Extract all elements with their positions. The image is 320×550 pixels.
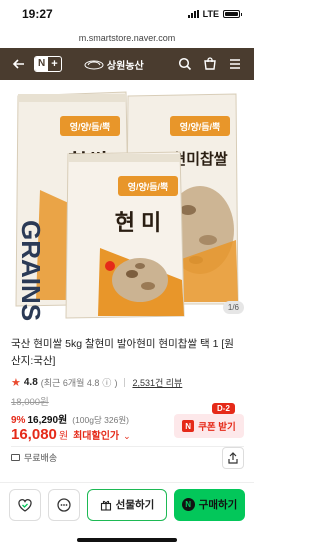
gift-label: 선물하기	[115, 499, 155, 511]
discount-percent: 9%	[11, 415, 26, 426]
divider	[11, 446, 244, 447]
star-icon: ★	[11, 377, 21, 389]
buy-button[interactable]: N 구매하기	[174, 488, 245, 521]
search-icon[interactable]	[174, 53, 196, 75]
store-title[interactable]: 상원농산	[62, 57, 166, 72]
naver-n-logo: N	[35, 57, 49, 71]
browser-url[interactable]: m.smartstore.naver.com	[0, 28, 254, 48]
bag-chapssal-banner: 영/양/듬/뿍	[70, 121, 111, 132]
discount-price: 16,290원	[27, 415, 68, 426]
naver-pay-icon: N	[181, 498, 195, 511]
store-name: 상원농산	[106, 60, 144, 72]
rating-row[interactable]: ★ 4.8 (최근 6개월 4.8 ⓘ) 2,531건 리뷰	[11, 376, 182, 389]
battery-icon	[223, 10, 242, 18]
plus-logo: +	[51, 58, 58, 70]
bag-hyunmi-chapssal-banner: 영/양/듬/뿍	[180, 121, 221, 132]
bag-hyunmi-label: 현 미	[115, 210, 162, 235]
shipping-label: 무료배송	[24, 453, 58, 463]
network-label: LTE	[202, 9, 219, 19]
chevron-down-icon[interactable]: ⌄	[123, 431, 131, 442]
heart-icon	[18, 498, 32, 512]
coupon-button[interactable]: N 쿠폰 받기	[174, 414, 244, 438]
final-price-amount: 16,080	[11, 426, 57, 443]
svg-text:GRAINS: GRAINS	[16, 220, 46, 321]
store-header: N + 상원농산	[0, 48, 254, 80]
info-icon[interactable]: ⓘ	[102, 376, 111, 389]
review-count-link[interactable]: 2,531건 리뷰	[132, 376, 182, 389]
product-image-carousel[interactable]: GRAINS 영/양/듬/뿍 찹쌀 GRAINS 영/양/듬/뿍 현미찹쌀 GR…	[0, 80, 254, 322]
final-price-won: 원	[58, 431, 69, 442]
rating-recent-close: )	[114, 377, 118, 388]
truck-icon	[11, 454, 20, 461]
gift-button[interactable]: 선물하기	[87, 488, 167, 521]
final-price[interactable]: 16,080 원 최대할인가 ⌄	[11, 426, 131, 443]
naver-plus-logo[interactable]: N +	[34, 56, 62, 72]
image-pager: 1/6	[222, 301, 244, 314]
bottom-action-bar: 선물하기 N 구매하기	[0, 482, 254, 526]
rating-score: 4.8	[23, 377, 38, 388]
back-arrow-icon[interactable]	[8, 53, 30, 75]
store-logo-icon	[84, 60, 104, 70]
talk-button[interactable]	[48, 488, 80, 521]
chat-icon	[57, 497, 71, 512]
d-day-badge: D-2	[212, 403, 235, 414]
share-button[interactable]	[222, 447, 244, 469]
cart-icon[interactable]	[199, 53, 221, 75]
status-time: 19:27	[22, 7, 53, 21]
unit-price: (100g당 326원)	[72, 415, 130, 425]
svg-text:GRAINS: GRAINS	[0, 152, 1, 245]
divider	[124, 378, 126, 387]
product-title: 국산 현미쌀 5kg 찰현미 발아현미 현미찹쌀 택 1 [원산지:국산]	[11, 338, 234, 367]
coupon-label: 쿠폰 받기	[198, 422, 236, 433]
buy-label: 구매하기	[198, 499, 238, 511]
share-icon	[228, 452, 238, 464]
menu-icon[interactable]	[224, 53, 246, 75]
status-bar: 19:27 LTE	[0, 0, 254, 28]
home-indicator[interactable]	[77, 538, 177, 542]
original-price: 18,000원	[11, 397, 49, 408]
signal-icon	[187, 10, 199, 18]
rating-recent: (최근 6개월 4.8	[40, 378, 100, 388]
gift-icon	[100, 500, 111, 511]
status-indicators: LTE	[187, 9, 242, 19]
shipping-info: 무료배송	[11, 451, 57, 464]
bag-hyunmi-banner: 영/양/듬/뿍	[128, 181, 169, 192]
discount-line: 9% 16,290원 (100g당 326원)	[11, 411, 129, 426]
wishlist-button[interactable]	[9, 488, 41, 521]
product-image: GRAINS 영/양/듬/뿍 찹쌀 GRAINS 영/양/듬/뿍 현미찹쌀 GR…	[0, 91, 239, 321]
max-discount-label: 최대할인가	[73, 431, 120, 442]
naver-n-icon: N	[182, 420, 195, 432]
